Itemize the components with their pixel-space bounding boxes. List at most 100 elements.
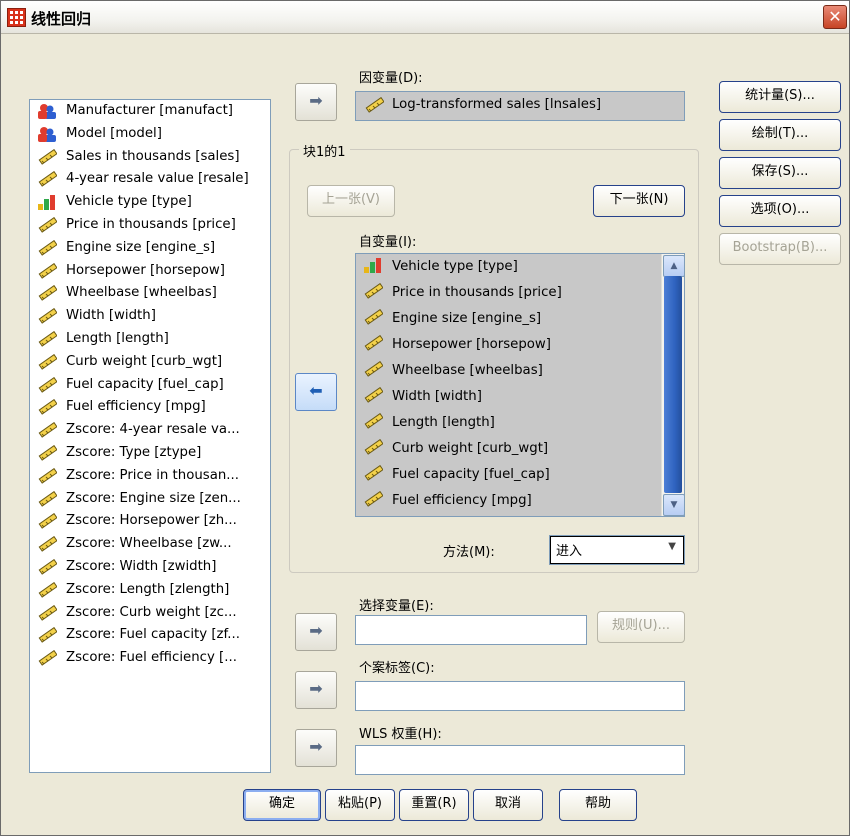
title-bar: 线性回归 ✕ (1, 1, 849, 34)
scale-ruler-icon (38, 558, 57, 575)
independents-label: 自变量(I): (359, 235, 417, 250)
scale-ruler-icon (364, 387, 383, 403)
variable-item[interactable]: Model [model] (30, 123, 270, 146)
dependent-field[interactable]: Log-transformed sales [lnsales] (355, 91, 685, 121)
move-to-case-labels-button[interactable]: ➡ (295, 671, 337, 709)
variable-item[interactable]: Zscore: Length [zlength] (30, 579, 270, 602)
variable-item[interactable]: Engine size [engine_s] (356, 306, 684, 332)
arrow-left-icon: ⬅ (309, 381, 323, 400)
variable-label: Zscore: Curb weight [zc... (66, 604, 237, 620)
scale-ruler-icon (365, 97, 384, 113)
variable-item[interactable]: Price in thousands [price] (356, 280, 684, 306)
scroll-down-icon[interactable]: ▼ (663, 494, 684, 516)
variable-item[interactable]: Manufacturer [manufact] (30, 100, 270, 123)
variable-item[interactable]: Horsepower [horsepow] (30, 260, 270, 283)
variable-item[interactable]: Zscore: Horsepower [zh... (30, 510, 270, 533)
statistics-button[interactable]: 统计量(S)... (719, 81, 841, 113)
variable-item[interactable]: Sales in thousands [sales] (30, 146, 270, 169)
scale-ruler-icon (38, 148, 57, 165)
rule-button[interactable]: 规则(U)... (597, 611, 685, 643)
nominal-icon (38, 104, 56, 119)
independents-items: Vehicle type [type] Price in thousands [p… (356, 254, 684, 514)
independents-scrollbar[interactable]: ▲ ▼ (661, 254, 684, 516)
scroll-up-icon[interactable]: ▲ (663, 255, 684, 277)
reset-button[interactable]: 重置(R) (399, 789, 469, 821)
variable-item[interactable]: Engine size [engine_s] (30, 237, 270, 260)
bootstrap-button[interactable]: Bootstrap(B)... (719, 233, 841, 265)
next-block-button[interactable]: 下一张(N) (593, 185, 685, 217)
variable-item[interactable]: Zscore: 4-year resale va... (30, 419, 270, 442)
variable-item[interactable]: Fuel capacity [fuel_cap] (30, 374, 270, 397)
scale-ruler-icon (364, 283, 383, 299)
independents-list[interactable]: Vehicle type [type] Price in thousands [p… (355, 253, 685, 517)
variable-item[interactable]: Length [length] (356, 410, 684, 436)
scale-ruler-icon (38, 490, 57, 507)
variable-item[interactable]: Horsepower [horsepow] (356, 332, 684, 358)
variable-item[interactable]: Zscore: Wheelbase [zw... (30, 533, 270, 556)
variable-item[interactable]: Wheelbase [wheelbas] (30, 282, 270, 305)
source-variable-list[interactable]: Manufacturer [manufact] Model [model] Sale… (29, 99, 271, 773)
variable-label: Zscore: Type [ztype] (66, 444, 202, 460)
variable-item[interactable]: Fuel efficiency [mpg] (356, 488, 684, 514)
variable-label: Zscore: Width [zwidth] (66, 558, 217, 574)
variable-item[interactable]: Zscore: Fuel efficiency [... (30, 647, 270, 670)
case-labels-field[interactable] (355, 681, 685, 711)
scale-ruler-icon (38, 581, 57, 598)
variable-item[interactable]: Zscore: Price in thousan... (30, 465, 270, 488)
scale-ruler-icon (38, 216, 57, 233)
linear-regression-dialog: 线性回归 ✕ Manufacturer [manufact] Model [mod… (0, 0, 850, 836)
selection-variable-field[interactable] (355, 615, 587, 645)
scale-ruler-icon (38, 444, 57, 461)
wls-weight-field[interactable] (355, 745, 685, 775)
variable-item[interactable]: Wheelbase [wheelbas] (356, 358, 684, 384)
move-to-wls-button[interactable]: ➡ (295, 729, 337, 767)
selection-variable-label: 选择变量(E): (359, 599, 434, 614)
paste-button[interactable]: 粘贴(P) (325, 789, 395, 821)
app-icon (7, 8, 26, 27)
move-to-dependent-button[interactable]: ➡ (295, 83, 337, 121)
variable-item[interactable]: Zscore: Type [ztype] (30, 442, 270, 465)
variable-item[interactable]: Zscore: Curb weight [zc... (30, 602, 270, 625)
plots-button[interactable]: 绘制(T)... (719, 119, 841, 151)
variable-item[interactable]: Fuel efficiency [mpg] (30, 396, 270, 419)
variable-label: Zscore: Length [zlength] (66, 581, 230, 597)
variable-item[interactable]: Curb weight [curb_wgt] (30, 351, 270, 374)
variable-item[interactable]: Price in thousands [price] (30, 214, 270, 237)
close-button[interactable]: ✕ (823, 5, 847, 29)
variable-item[interactable]: Zscore: Engine size [zen... (30, 488, 270, 511)
variable-item[interactable]: Length [length] (30, 328, 270, 351)
scale-ruler-icon (38, 308, 57, 324)
variable-label: Vehicle type [type] (392, 259, 518, 274)
arrow-right-icon: ➡ (309, 679, 323, 698)
variable-item[interactable]: 4-year resale value [resale] (30, 168, 270, 191)
help-button[interactable]: 帮助 (559, 789, 637, 821)
variable-item[interactable]: Fuel capacity [fuel_cap] (356, 462, 684, 488)
ordinal-icon (38, 195, 55, 211)
variable-item[interactable]: Zscore: Fuel capacity [zf... (30, 624, 270, 647)
variable-item[interactable]: Width [width] (30, 305, 270, 328)
variable-item[interactable]: Zscore: Width [zwidth] (30, 556, 270, 579)
ok-button[interactable]: 确定 (243, 789, 321, 821)
variable-label: Fuel capacity [fuel_cap] (66, 376, 224, 392)
scroll-thumb[interactable] (664, 276, 682, 493)
save-button[interactable]: 保存(S)... (719, 157, 841, 189)
variable-label: Fuel efficiency [mpg] (66, 399, 206, 415)
variable-item[interactable]: Width [width] (356, 384, 684, 410)
nominal-icon (38, 126, 56, 142)
scale-ruler-icon (364, 491, 383, 507)
previous-block-button[interactable]: 上一张(V) (307, 185, 395, 217)
scale-ruler-icon (38, 513, 57, 530)
variable-item[interactable]: Curb weight [curb_wgt] (356, 436, 684, 462)
move-to-selection-button[interactable]: ➡ (295, 613, 337, 651)
variable-label: Zscore: Price in thousan... (66, 467, 239, 483)
cancel-button[interactable]: 取消 (473, 789, 543, 821)
method-select[interactable]: 进入 ▼ (549, 535, 685, 565)
variable-item[interactable]: Vehicle type [type] (30, 191, 270, 214)
move-to-independents-button[interactable]: ⬅ (295, 373, 337, 411)
variable-label: Fuel efficiency [mpg] (392, 493, 532, 508)
variable-label: Engine size [engine_s] (66, 239, 216, 255)
options-button[interactable]: 选项(O)... (719, 195, 841, 227)
variable-label: Model [model] (66, 125, 162, 141)
variable-item[interactable]: Vehicle type [type] (356, 254, 684, 280)
scale-ruler-icon (38, 604, 57, 621)
